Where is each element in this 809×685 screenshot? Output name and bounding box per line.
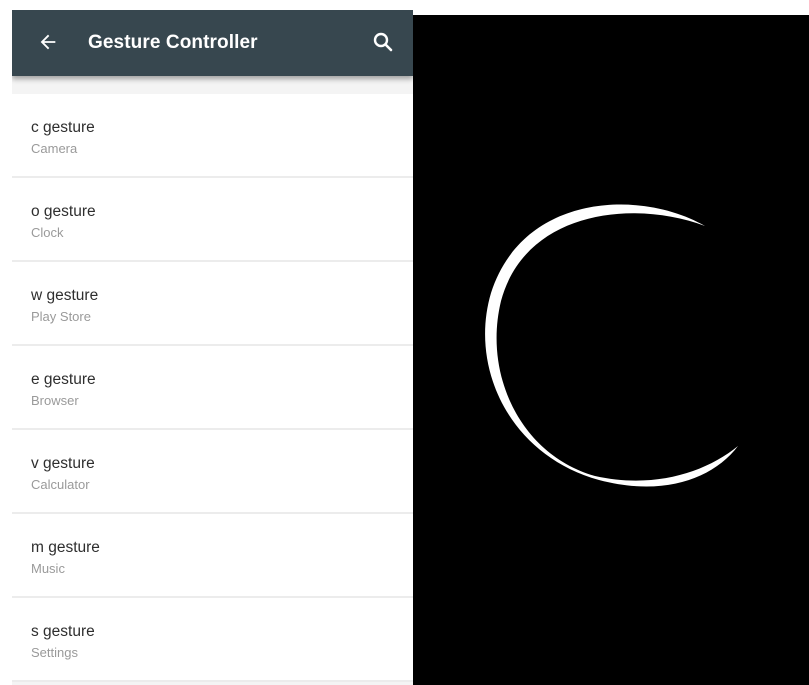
gesture-title: o gesture [31,203,96,220]
list-item[interactable]: c gesture Camera [12,94,413,178]
app-title: Gesture Controller [88,32,258,53]
c-gesture-stroke [485,204,738,487]
screen: Gesture Controller c gesture Camera o ge… [0,0,809,685]
gesture-app: Camera [31,141,78,156]
arrow-back-icon [40,34,56,50]
gesture-app: Browser [31,393,79,408]
gesture-app: Music [31,561,65,576]
back-button[interactable] [30,24,66,60]
gesture-title: s gesture [31,623,95,640]
gesture-title: v gesture [31,455,95,472]
gesture-app: Settings [31,645,78,660]
gesture-app: Clock [31,225,64,240]
list-item[interactable]: e gesture Browser [12,346,413,430]
list-item[interactable]: v gesture Calculator [12,430,413,514]
gesture-app: Calculator [31,477,90,492]
app-bar: Gesture Controller [12,10,413,76]
gesture-app: Play Store [31,309,91,324]
gesture-list-screen: Gesture Controller c gesture Camera o ge… [12,10,413,685]
search-icon [373,32,393,52]
gesture-preview [413,15,809,685]
list-item[interactable]: m gesture Music [12,514,413,598]
gesture-list: c gesture Camera o gesture Clock w gestu… [12,94,413,682]
list-item[interactable]: o gesture Clock [12,178,413,262]
gesture-title: w gesture [31,287,99,304]
gesture-title: m gesture [31,539,100,556]
list-item[interactable]: s gesture Settings [12,598,413,682]
gesture-title: c gesture [31,119,95,136]
search-button[interactable] [365,24,401,60]
list-item[interactable]: w gesture Play Store [12,262,413,346]
gesture-title: e gesture [31,371,96,388]
